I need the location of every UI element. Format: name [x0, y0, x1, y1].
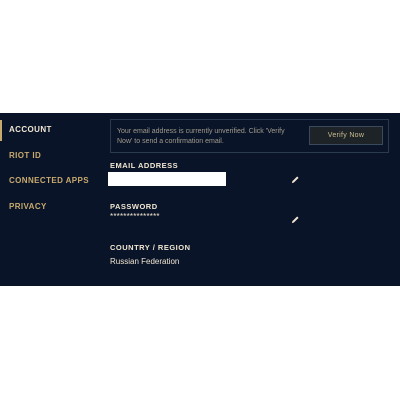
account-settings-panel: ACCOUNT RIOT ID CONNECTED APPS PRIVACY Y…: [0, 113, 400, 286]
sidebar-item-connected-apps[interactable]: CONNECTED APPS: [9, 176, 89, 185]
sidebar-item-privacy[interactable]: PRIVACY: [9, 202, 47, 211]
verify-now-button[interactable]: Verify Now: [309, 126, 383, 145]
password-label: PASSWORD: [110, 202, 158, 211]
country-label: COUNTRY / REGION: [110, 243, 191, 252]
sidebar-item-account[interactable]: ACCOUNT: [9, 125, 52, 134]
email-field[interactable]: [108, 172, 226, 186]
email-label: EMAIL ADDRESS: [110, 161, 179, 170]
active-indicator: [0, 120, 2, 141]
pencil-icon[interactable]: [291, 175, 300, 184]
notice-message: Your email address is currently unverifi…: [117, 128, 285, 145]
country-value: Russian Federation: [110, 257, 180, 266]
pencil-icon[interactable]: [291, 215, 300, 224]
password-value: ***************: [110, 212, 160, 221]
sidebar-item-riot-id[interactable]: RIOT ID: [9, 151, 41, 160]
unverified-email-notice: Your email address is currently unverifi…: [110, 119, 389, 153]
